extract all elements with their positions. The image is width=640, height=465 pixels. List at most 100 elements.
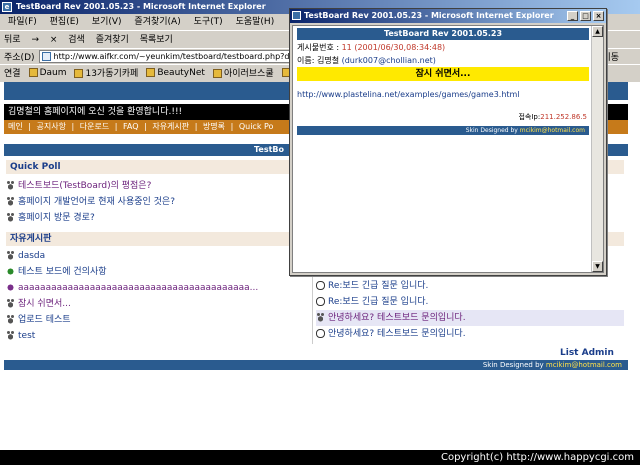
link-beautynet[interactable]: BeautyNet <box>146 67 205 78</box>
nav-sep: | <box>71 122 75 131</box>
folder-icon <box>146 67 156 77</box>
list-item[interactable]: 잠시 쉬면서... <box>6 296 306 312</box>
board-title: TestBo <box>254 145 284 154</box>
popup-header: TestBoard Rev 2001.05.23 <box>297 28 589 40</box>
post-title: Re:보드 긴급 질문 입니다. <box>328 281 429 291</box>
nav-sep: | <box>230 122 234 131</box>
nav-main[interactable]: 메인 <box>8 122 23 131</box>
list-item[interactable]: 안녕하세요? 테스트보드 문의입니다. <box>316 326 624 342</box>
author-email[interactable]: (durk007@chollian.net) <box>342 56 436 65</box>
post-title: aaaaaaaaaaaaaaaaaaaaaaaaaaaaaaaaaaaaaaaa… <box>18 283 259 293</box>
copyright-banner: Copyright(c) http://www.happycgi.com <box>0 450 640 465</box>
poll-item-label: 홈페이지 개발언어로 현재 사용중인 것은? <box>18 197 175 207</box>
link-iloveschool[interactable]: 아이러브스쿨 <box>212 66 274 79</box>
ie-icon <box>292 11 301 20</box>
favorites-button[interactable]: 즐겨찾기 <box>96 35 129 45</box>
page-icon <box>41 52 51 61</box>
post-title: test <box>18 331 36 341</box>
nav-sep: | <box>114 122 118 131</box>
author-name: 김명철 <box>316 56 340 65</box>
stop-button[interactable]: × <box>50 35 58 45</box>
nav-quick-poll[interactable]: Quick Po <box>239 122 274 131</box>
ie-icon: e <box>2 2 12 12</box>
designer-email[interactable]: mcikim@hotmail.com <box>520 127 585 134</box>
folder-icon <box>28 67 38 77</box>
list-admin-link[interactable]: List Admin <box>560 348 614 358</box>
ip-value: 211.252.86.5 <box>540 113 587 121</box>
menu-file[interactable]: 파일(F) <box>8 17 37 27</box>
nav-download[interactable]: 다운로드 <box>80 122 109 131</box>
designed-by-text: Skin Designed by <box>482 361 544 369</box>
post-number: 11 <box>341 43 352 52</box>
post-date: (2001/06/30,08:34:48) <box>354 43 446 52</box>
nav-guestbook[interactable]: 방명록 <box>203 122 225 131</box>
scroll-up-icon[interactable]: ▲ <box>592 26 603 37</box>
list-item[interactable]: aaaaaaaaaaaaaaaaaaaaaaaaaaaaaaaaaaaaaaaa… <box>6 280 306 296</box>
links-label: 연결 <box>4 69 21 79</box>
menu-edit[interactable]: 편집(E) <box>50 17 79 27</box>
address-label: 주소(D) <box>4 53 35 63</box>
paw-icon <box>6 181 15 190</box>
list-item[interactable]: Re:보드 긴급 질문 입니다. <box>316 278 624 294</box>
popup-title: TestBoard Rev 2001.05.23 - Microsoft Int… <box>304 11 554 20</box>
purple-dot-icon <box>6 283 15 292</box>
footer-credit: Skin Designed by mcikim@hotmail.com <box>4 360 628 370</box>
folder-icon <box>212 69 222 78</box>
post-title: 안녕하세요? 테스트보드 문의입니다. <box>328 313 466 323</box>
link-cafe[interactable]: 13가동기카페 <box>74 66 138 79</box>
poll-item-label: 홈페이지 방문 경로? <box>18 213 95 223</box>
search-button[interactable]: 검색 <box>68 35 85 45</box>
list-item[interactable]: Re:보드 긴급 질문 입니다. <box>316 294 624 310</box>
green-dot-icon <box>6 267 15 276</box>
paw-icon <box>316 313 325 322</box>
post-title: 안녕하세요? 테스트보드 문의입니다. <box>328 329 466 339</box>
back-button[interactable]: 뒤로 <box>4 35 21 45</box>
maximize-icon[interactable]: □ <box>580 11 591 21</box>
reply-icon <box>316 281 325 290</box>
author-label: 이름: <box>297 56 315 65</box>
close-icon[interactable]: × <box>593 11 604 21</box>
paw-icon <box>6 251 15 260</box>
paw-icon <box>6 197 15 206</box>
menu-view[interactable]: 보기(V) <box>92 17 122 27</box>
popup-scrollbar[interactable]: ▲ ▼ <box>591 26 603 272</box>
list-item[interactable]: 업로드 테스트 <box>6 312 306 328</box>
menu-help[interactable]: 도움말(H) <box>236 17 275 27</box>
post-title: 테스트 보드에 건의사항 <box>18 267 107 277</box>
link-daum-label: Daum <box>39 67 67 78</box>
post-title: dasda <box>18 251 46 261</box>
designer-email[interactable]: mcikim@hotmail.com <box>546 361 622 369</box>
qa-board-list: Re:보드 긴급 질문 입니다. Re:보드 긴급 질문 입니다. 안녕하세요?… <box>316 278 624 342</box>
nav-sep: | <box>194 122 198 131</box>
nav-notice[interactable]: 공지사항 <box>37 122 66 131</box>
menu-favorites[interactable]: 즐겨찾기(A) <box>134 17 180 27</box>
list-item[interactable]: 안녕하세요? 테스트보드 문의입니다. <box>316 310 624 326</box>
link-cafe-label: 13가동기카페 <box>85 69 139 79</box>
poll-item-label: 테스트보드(TestBoard)의 평점은? <box>18 181 152 191</box>
history-button[interactable]: 목록보기 <box>140 35 173 45</box>
window-title: TestBoard Rev 2001.05.23 - Microsoft Int… <box>16 2 266 11</box>
paw-icon <box>6 299 15 308</box>
nav-free-board[interactable]: 자유게시판 <box>152 122 189 131</box>
link-beautynet-label: BeautyNet <box>157 67 205 78</box>
author-row: 이름: 김명철 (durk007@chollian.net) <box>297 55 436 66</box>
post-number-row: 게시물번호 : 11 (2001/06/30,08:34:48) <box>297 42 445 53</box>
reply-icon <box>316 297 325 306</box>
list-item[interactable]: 테스트 보드에 건의사항 <box>6 264 306 280</box>
list-item[interactable]: dasda <box>6 248 306 264</box>
designed-by-text: Skin Designed by <box>465 127 518 134</box>
menu-tools[interactable]: 도구(T) <box>194 17 223 27</box>
reply-icon <box>316 329 325 338</box>
scroll-down-icon[interactable]: ▼ <box>592 261 603 272</box>
forward-button[interactable]: → <box>31 35 39 45</box>
ip-label: 접속Ip: <box>518 113 541 121</box>
popup-body: TestBoard Rev 2001.05.23 게시물번호 : 11 (200… <box>292 25 604 273</box>
nav-sep: | <box>28 122 31 131</box>
minimize-icon[interactable]: _ <box>567 11 578 21</box>
nav-faq[interactable]: FAQ <box>123 122 139 131</box>
list-item[interactable]: test <box>6 328 306 344</box>
post-title: 업로드 테스트 <box>18 315 71 325</box>
post-title: Re:보드 긴급 질문 입니다. <box>328 297 429 307</box>
post-link[interactable]: http://www.plastelina.net/examples/games… <box>297 90 520 99</box>
link-daum[interactable]: Daum <box>28 67 67 78</box>
